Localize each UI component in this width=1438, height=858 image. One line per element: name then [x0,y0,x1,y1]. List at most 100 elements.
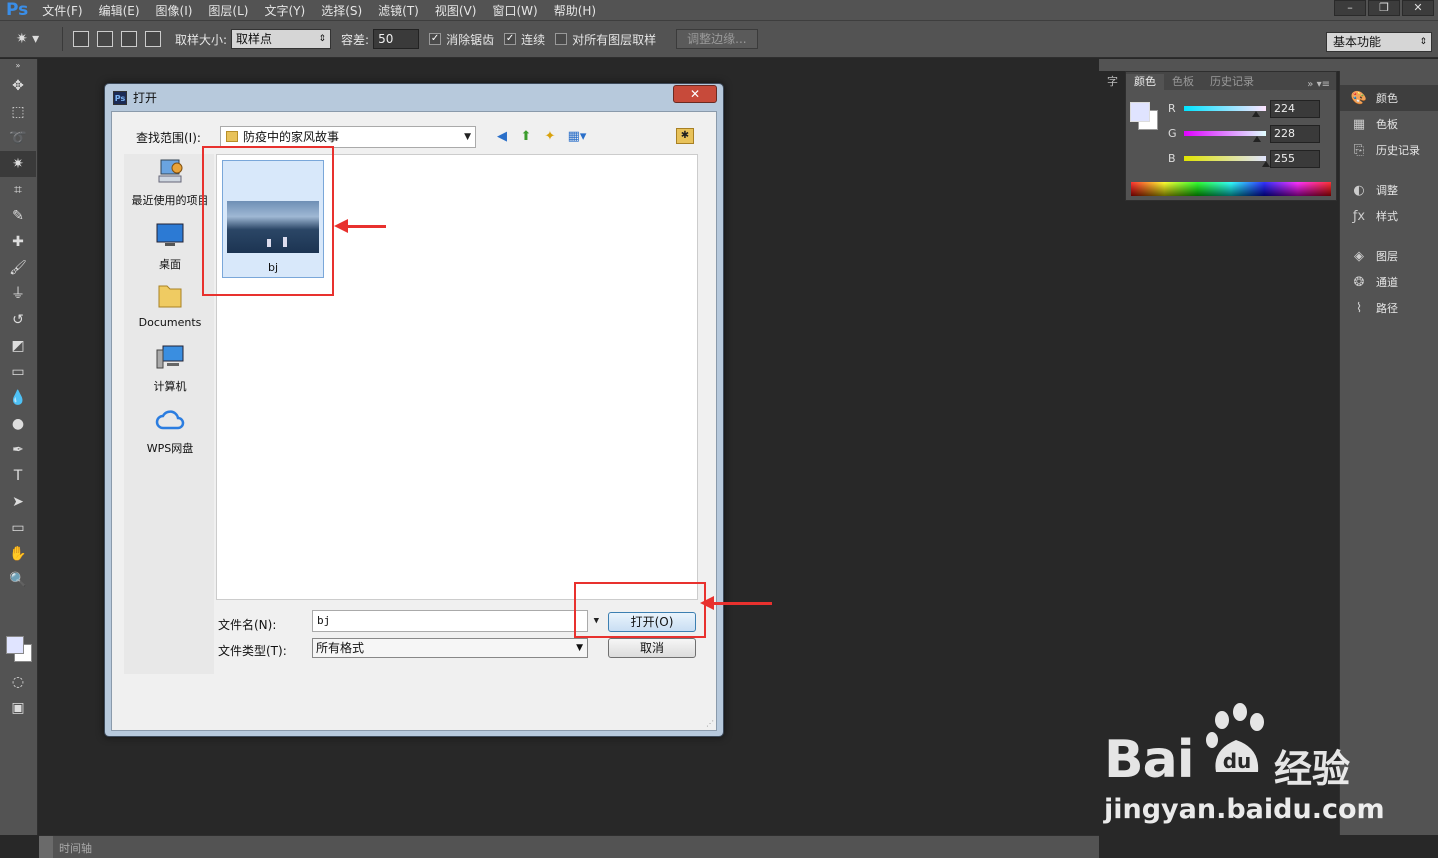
tab-history[interactable]: 历史记录 [1202,74,1262,90]
pen-tool-icon[interactable]: ✒ [0,437,36,463]
dock-grip [1340,229,1438,243]
resize-grip-icon[interactable]: ⋰ [706,719,714,728]
menu-image[interactable]: 图像(I) [156,2,193,19]
menu-bar: Ps 文件(F) 编辑(E) 图像(I) 图层(L) 文字(Y) 选择(S) 滤… [0,0,1438,20]
panel-collapse-icon[interactable]: » [0,59,36,73]
favorite-folder-icon[interactable]: ✱ [676,128,694,144]
dock-item-layers[interactable]: ◈ 图层 [1340,243,1438,269]
menu-filter[interactable]: 滤镜(T) [378,2,419,19]
tab-swatches[interactable]: 色板 [1164,74,1202,90]
checkbox-unchecked-icon [555,33,568,45]
tolerance-label: 容差: [341,32,370,47]
eyedropper-tool-icon[interactable]: ✎ [0,203,36,229]
foreground-color-swatch[interactable] [6,636,24,654]
intersect-selection-icon[interactable] [145,31,161,47]
place-wps-drive[interactable]: WPS网盘 [120,406,220,456]
menu-view[interactable]: 视图(V) [435,2,477,19]
timeline-label[interactable]: 时间轴 [59,840,92,856]
sample-size-select[interactable]: 取样点 ⇕ [231,29,332,49]
dock-item-adjustments[interactable]: ◐ 调整 [1340,177,1438,203]
menu-select[interactable]: 选择(S) [321,2,362,19]
cancel-button[interactable]: 取消 [608,638,696,658]
restore-button[interactable]: ❐ [1368,0,1400,16]
clone-stamp-tool-icon[interactable]: ⏚ [0,281,36,307]
red-channel-row: R 224 [1168,100,1338,120]
blue-channel-value[interactable]: 255 [1270,150,1320,168]
navigation-toolbar: ◀ ⬆ ✦ ▦▾ [492,128,594,146]
green-channel-value[interactable]: 228 [1270,125,1320,143]
dock-item-paths[interactable]: ⌇ 路径 [1340,295,1438,321]
menu-edit[interactable]: 编辑(E) [99,2,140,19]
dock-item-history[interactable]: ⎘ 历史记录 [1340,137,1438,163]
panel-menu-icon[interactable]: » ▾≡ [1307,79,1336,90]
dock-item-channels[interactable]: ❂ 通道 [1340,269,1438,295]
gradient-tool-icon[interactable]: ▭ [0,359,36,385]
history-brush-tool-icon[interactable]: ↺ [0,307,36,333]
magic-wand-tool-preset-icon[interactable]: ✷ ▾ [16,25,56,53]
chevron-down-icon: ▼ [576,643,583,653]
color-panel-foreground-swatch[interactable] [1130,102,1150,122]
dodge-tool-icon[interactable]: ● [0,411,36,437]
crop-tool-icon[interactable]: ⌗ [0,177,36,203]
new-folder-icon[interactable]: ✦ [540,128,560,146]
green-channel-label: G [1168,127,1177,140]
lasso-tool-icon[interactable]: ➰ [0,125,36,151]
all-layers-checkbox[interactable]: 对所有图层取样 [555,31,656,48]
refine-edge-button[interactable]: 调整边缘... [676,29,758,49]
place-computer[interactable]: 计算机 [120,344,220,394]
slider-thumb-icon[interactable] [1253,136,1262,142]
subtract-selection-icon[interactable] [121,31,137,47]
move-tool-icon[interactable]: ✥ [0,73,36,99]
right-panel-header-strip [1099,59,1438,71]
color-spectrum-bar[interactable] [1131,182,1331,196]
slider-thumb-icon[interactable] [1251,111,1260,117]
menu-window[interactable]: 窗口(W) [492,2,537,19]
menu-file[interactable]: 文件(F) [42,2,82,19]
zoom-tool-icon[interactable]: 🔍 [0,567,36,593]
dialog-title-bar: Ps 打开 [113,89,157,106]
marquee-tool-icon[interactable]: ⬚ [0,99,36,125]
type-tool-icon[interactable]: T [0,463,36,489]
folder-icon [226,131,238,142]
healing-brush-tool-icon[interactable]: ✚ [0,229,36,255]
collapsed-character-tab[interactable]: 字 [1107,73,1118,89]
contiguous-label: 连续 [521,32,546,47]
contiguous-checkbox[interactable]: ✓ 连续 [504,31,545,48]
dock-item-styles[interactable]: ƒx 样式 [1340,203,1438,229]
back-icon[interactable]: ◀ [492,128,512,146]
red-channel-value[interactable]: 224 [1270,100,1320,118]
blur-tool-icon[interactable]: 💧 [0,385,36,411]
workspace-select[interactable]: 基本功能 ⇕ [1326,32,1432,52]
annotation-highlight-open [574,582,706,638]
view-menu-icon[interactable]: ▦▾ [564,128,590,146]
magic-wand-tool-icon[interactable]: ✷ [0,151,36,177]
dialog-close-button[interactable]: ✕ [673,85,717,103]
filename-input[interactable]: bj ▼ [312,610,599,632]
tab-color[interactable]: 颜色 [1126,74,1164,90]
path-selection-tool-icon[interactable]: ➤ [0,489,36,515]
quick-mask-icon[interactable]: ◌ [0,669,36,695]
brush-tool-icon[interactable]: 🖌 [0,255,36,281]
tolerance-input[interactable]: 50 [373,29,420,49]
hand-tool-icon[interactable]: ✋ [0,541,36,567]
up-folder-icon[interactable]: ⬆ [516,128,536,146]
timeline-grip[interactable] [39,836,53,858]
look-in-combo[interactable]: 防疫中的家风故事 ▼ [220,126,476,148]
filetype-select[interactable]: 所有格式 ▼ [312,638,588,658]
minimize-button[interactable]: – [1334,0,1366,16]
menu-layer[interactable]: 图层(L) [208,2,248,19]
rectangle-tool-icon[interactable]: ▭ [0,515,36,541]
dock-item-swatches[interactable]: ▦ 色板 [1340,111,1438,137]
dock-item-color[interactable]: 🎨 颜色 [1340,85,1438,111]
antialias-checkbox[interactable]: ✓ 消除锯齿 [429,31,494,48]
add-to-selection-icon[interactable] [97,31,113,47]
eraser-tool-icon[interactable]: ◩ [0,333,36,359]
color-panel-tabs: 颜色 色板 历史记录 » ▾≡ [1126,72,1336,90]
blue-channel-slider[interactable] [1184,156,1266,161]
slider-thumb-icon[interactable] [1262,161,1270,167]
menu-type[interactable]: 文字(Y) [264,2,305,19]
close-window-button[interactable]: ✕ [1402,0,1434,16]
screen-mode-icon[interactable]: ▣ [0,695,36,721]
new-selection-icon[interactable] [73,31,89,47]
menu-help[interactable]: 帮助(H) [554,2,596,19]
